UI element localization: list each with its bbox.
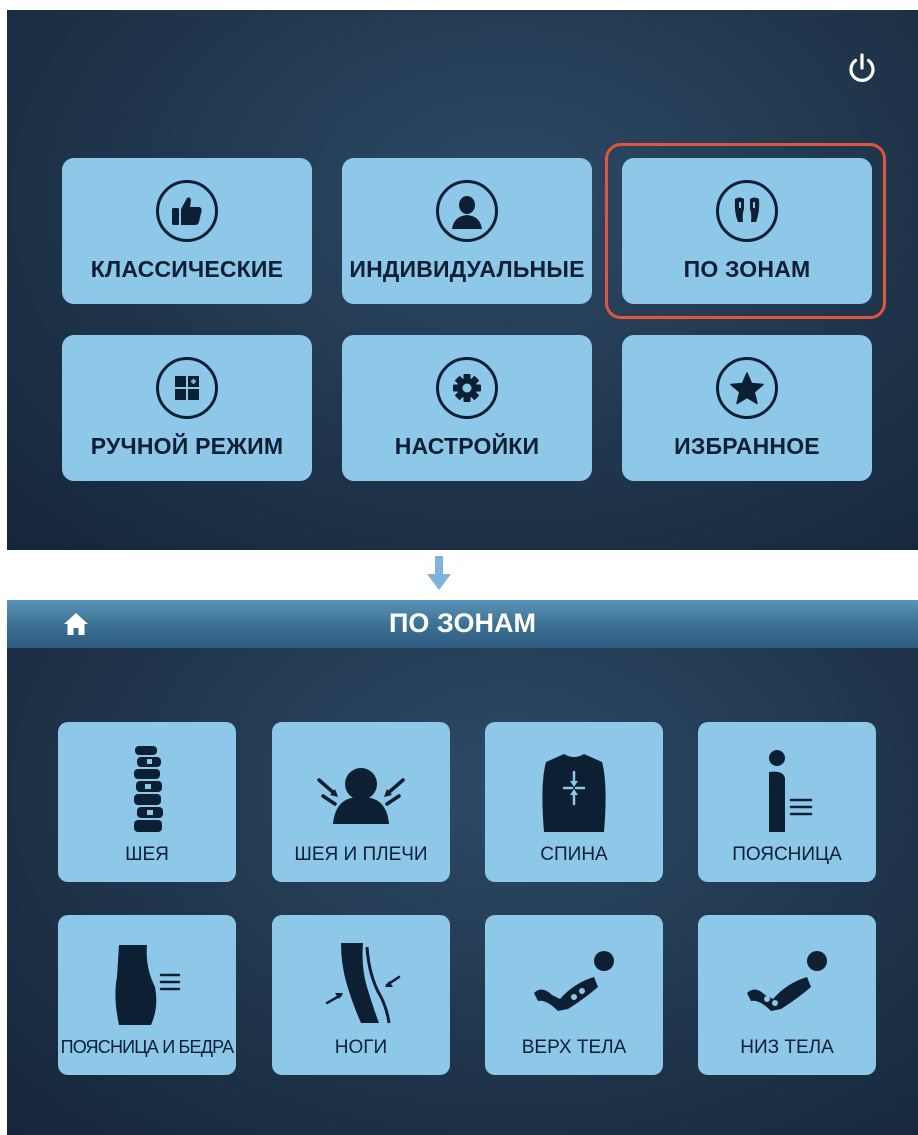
arrow-down-icon — [427, 556, 451, 590]
thumbs-up-icon — [156, 179, 218, 242]
zone-label: ШЕЯ И ПЛЕЧИ — [294, 844, 428, 865]
button-label: НАСТРОЙКИ — [394, 432, 540, 459]
zone-back-button[interactable]: СПИНА — [485, 722, 663, 882]
person-icon — [436, 179, 498, 242]
header-bar: ПО ЗОНАМ — [7, 600, 918, 648]
zone-neck-shoulders-button[interactable]: ШЕЯ И ПЛЕЧИ — [272, 722, 450, 882]
upper-body-icon — [534, 951, 614, 1011]
zones-screen: ПО ЗОНАМ ШЕЯ ШЕЯ И ПЛЕЧИ СПИНА ПОЯСНИЦА … — [7, 600, 918, 1135]
zone-label: ВЕРХ ТЕЛА — [521, 1037, 627, 1058]
spine-icon — [134, 746, 163, 832]
power-icon[interactable] — [845, 52, 879, 86]
zone-label: ПОЯСНИЦА И БЕДРА — [60, 1037, 235, 1057]
button-label: ИЗБРАННОЕ — [674, 432, 820, 459]
lower-back-icon — [769, 750, 813, 832]
waist-hips-icon — [115, 945, 181, 1025]
zone-waist-hips-button[interactable]: ПОЯСНИЦА И БЕДРА — [58, 915, 236, 1075]
zone-lower-back-button[interactable]: ПОЯСНИЦА — [698, 722, 876, 882]
button-label: КЛАССИЧЕСКИЕ — [90, 255, 284, 282]
zone-label: НОГИ — [334, 1037, 388, 1058]
zone-label: СПИНА — [540, 844, 608, 865]
main-menu-screen: КЛАССИЧЕСКИЕ ИНДИВИДУАЛЬНЫЕ ПО ЗОНАМ РУЧ… — [7, 10, 918, 550]
zone-label: ШЕЯ — [125, 844, 169, 865]
manual-mode-button[interactable]: РУЧНОЙ РЕЖИМ — [62, 335, 312, 481]
zone-label: НИЗ ТЕЛА — [740, 1037, 834, 1058]
classic-programs-button[interactable]: КЛАССИЧЕСКИЕ — [62, 158, 312, 304]
zone-lower-body-button[interactable]: НИЗ ТЕЛА — [698, 915, 876, 1075]
zone-neck-button[interactable]: ШЕЯ — [58, 722, 236, 882]
individual-programs-button[interactable]: ИНДИВИДУАЛЬНЫЕ — [342, 158, 592, 304]
zone-upper-body-button[interactable]: ВЕРХ ТЕЛА — [485, 915, 663, 1075]
settings-button[interactable]: НАСТРОЙКИ — [342, 335, 592, 481]
neck-shoulders-icon — [317, 768, 405, 824]
zone-label: ПОЯСНИЦА — [732, 844, 842, 865]
gear-icon — [436, 356, 498, 419]
zone-legs-button[interactable]: НОГИ — [272, 915, 450, 1075]
favorites-button[interactable]: ИЗБРАННОЕ — [622, 335, 872, 481]
back-icon — [542, 754, 606, 832]
lower-body-icon — [747, 951, 827, 1011]
selection-highlight — [605, 143, 886, 319]
button-label: ИНДИВИДУАЛЬНЫЕ — [349, 255, 585, 282]
star-icon — [716, 356, 778, 419]
manual-mode-icon — [156, 356, 218, 419]
legs-icon — [325, 943, 401, 1024]
page-title: ПО ЗОНАМ — [389, 608, 536, 638]
button-label: РУЧНОЙ РЕЖИМ — [90, 432, 284, 459]
